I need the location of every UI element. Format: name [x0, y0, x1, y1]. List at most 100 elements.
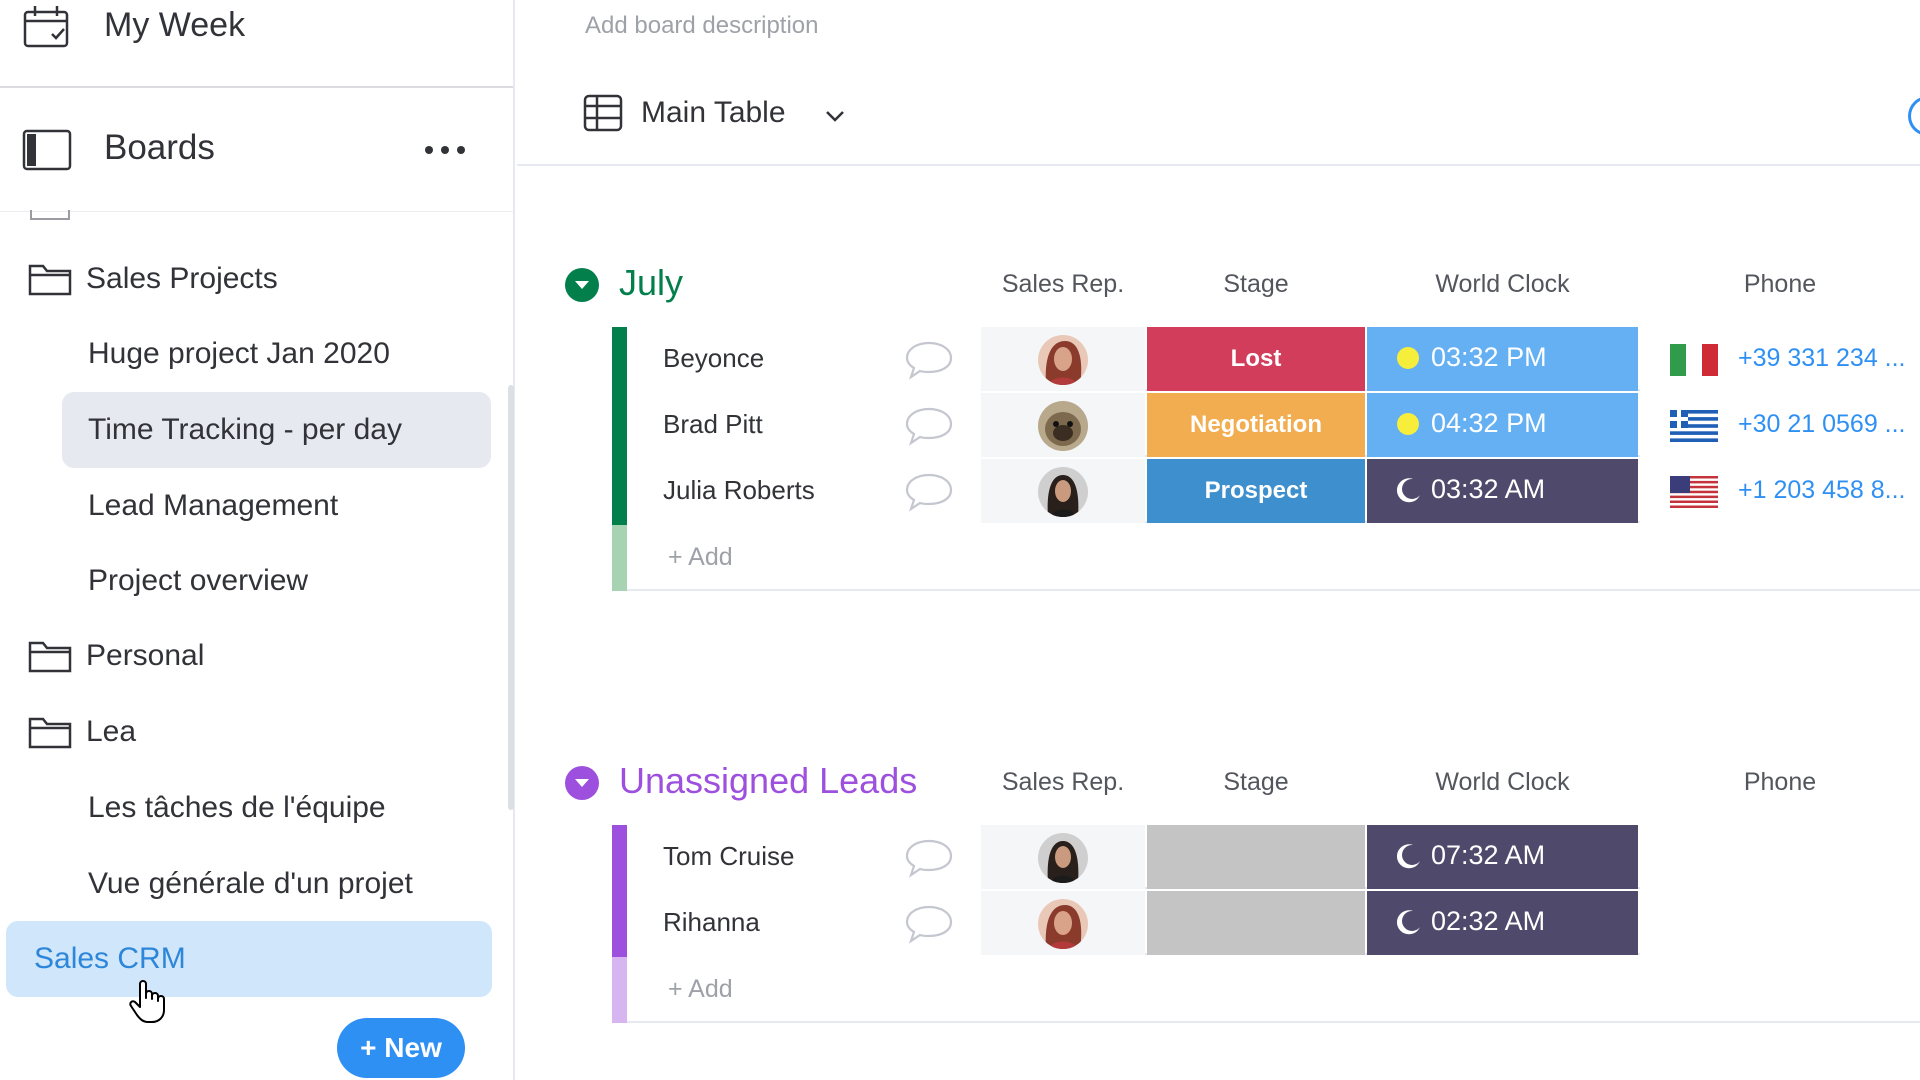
item-name-cell[interactable]: Rihanna: [627, 891, 981, 955]
table-row[interactable]: Beyonce Lost 03:32 PM +39 331 234 ...: [612, 327, 1920, 393]
sales-rep-cell[interactable]: [981, 891, 1145, 955]
board-lead-management[interactable]: Lead Management: [88, 484, 338, 528]
phone-cell[interactable]: [1640, 891, 1920, 955]
column-header-stage[interactable]: Stage: [1147, 768, 1365, 797]
column-header-phone[interactable]: Phone: [1640, 768, 1920, 797]
phone-cell[interactable]: [1640, 825, 1920, 889]
folder-icon: [28, 264, 72, 296]
greece-flag-icon: [1670, 410, 1718, 442]
phone-cell[interactable]: +1 203 458 8...: [1640, 459, 1920, 523]
board-main: Add board description Main Table July Sa…: [517, 0, 1920, 1080]
column-header-world-clock[interactable]: World Clock: [1367, 768, 1638, 797]
folder-icon: [28, 641, 72, 673]
add-item-label: + Add: [668, 543, 733, 571]
sales-rep-cell[interactable]: [981, 393, 1145, 457]
stage-status[interactable]: Negotiation: [1147, 393, 1365, 457]
avatar: [1038, 401, 1088, 451]
group-collapse-icon[interactable]: [565, 766, 599, 800]
row-color-bar: [612, 891, 627, 957]
phone-number: +1 203 458 8...: [1738, 476, 1906, 504]
item-name: Beyonce: [663, 343, 765, 373]
speech-bubble-icon[interactable]: [903, 837, 955, 879]
column-header-sales-rep[interactable]: Sales Rep.: [985, 270, 1141, 299]
board-sales-crm[interactable]: Sales CRM: [6, 921, 492, 997]
board-huge-project[interactable]: Huge project Jan 2020: [88, 332, 390, 376]
speech-bubble-icon[interactable]: [903, 471, 955, 513]
column-header-phone[interactable]: Phone: [1640, 270, 1920, 299]
stage-status[interactable]: Prospect: [1147, 459, 1365, 523]
folder-label: Lea: [86, 715, 137, 748]
table-icon: [583, 94, 623, 132]
add-item-row[interactable]: + Add: [612, 525, 1920, 591]
usa-flag-icon: [1670, 476, 1718, 508]
board-project-overview[interactable]: Project overview: [88, 559, 308, 603]
item-name-cell[interactable]: Tom Cruise: [627, 825, 981, 889]
folder-lea[interactable]: Lea: [28, 707, 136, 757]
row-color-bar: [612, 957, 627, 1023]
board-taches-equipe[interactable]: Les tâches de l'équipe: [88, 786, 386, 830]
group-title[interactable]: Unassigned Leads: [619, 760, 917, 802]
italy-flag-icon: [1670, 344, 1718, 376]
stage-status[interactable]: Lost: [1147, 327, 1365, 391]
folder-personal[interactable]: Personal: [28, 631, 204, 681]
new-board-button[interactable]: + New: [337, 1018, 465, 1078]
world-clock-cell[interactable]: 03:32 PM: [1367, 327, 1638, 391]
item-name-cell[interactable]: Beyonce: [627, 327, 981, 391]
board-description[interactable]: Add board description: [585, 12, 818, 40]
folder-label: Personal: [86, 639, 205, 672]
table-row[interactable]: Julia Roberts Prospect 03:32 AM +1 203 4…: [612, 459, 1920, 525]
column-header-stage[interactable]: Stage: [1147, 270, 1365, 299]
clock-time: 04:32 PM: [1431, 408, 1547, 438]
sales-rep-cell[interactable]: [981, 825, 1145, 889]
stage-status[interactable]: [1147, 825, 1365, 889]
board-vue-generale[interactable]: Vue générale d'un projet: [88, 862, 413, 906]
avatar: [1038, 467, 1088, 517]
boards-header: Boards: [0, 90, 513, 212]
folder-label: Sales Projects: [86, 262, 278, 295]
world-clock-cell[interactable]: 02:32 AM: [1367, 891, 1638, 955]
item-name-cell[interactable]: Brad Pitt: [627, 393, 981, 457]
my-week-item[interactable]: My Week: [0, 0, 513, 88]
table-row[interactable]: Brad Pitt Negotiation 04:32 PM +30 21 05…: [612, 393, 1920, 459]
board-time-tracking[interactable]: Time Tracking - per day: [62, 392, 491, 468]
column-header-world-clock[interactable]: World Clock: [1367, 270, 1638, 299]
table-row[interactable]: Rihanna 02:32 AM: [612, 891, 1920, 957]
phone-cell[interactable]: +39 331 234 ...: [1640, 327, 1920, 391]
boards-panel-icon[interactable]: [22, 128, 72, 172]
hand-cursor-icon: [129, 980, 165, 1023]
phone-cell[interactable]: +30 21 0569 ...: [1640, 393, 1920, 457]
avatar: [1038, 335, 1088, 385]
sales-rep-cell[interactable]: [981, 327, 1145, 391]
folder-icon: [28, 717, 72, 749]
world-clock-cell[interactable]: 03:32 AM: [1367, 459, 1638, 523]
world-clock-cell[interactable]: 04:32 PM: [1367, 393, 1638, 457]
partial-board-label: [88, 206, 328, 216]
speech-bubble-icon[interactable]: [903, 903, 955, 945]
view-name[interactable]: Main Table: [641, 96, 786, 130]
row-color-bar: [612, 459, 627, 525]
sales-rep-cell[interactable]: [981, 459, 1145, 523]
group-collapse-icon[interactable]: [565, 268, 599, 302]
item-name-cell[interactable]: Julia Roberts: [627, 459, 981, 523]
world-clock-cell[interactable]: 07:32 AM: [1367, 825, 1638, 889]
column-header-sales-rep[interactable]: Sales Rep.: [985, 768, 1141, 797]
group-title[interactable]: July: [619, 262, 683, 304]
row-color-bar: [612, 825, 627, 891]
boards-title: Boards: [104, 128, 215, 167]
add-item-row[interactable]: + Add: [612, 957, 1920, 1023]
add-item-label: + Add: [668, 975, 733, 1003]
table-row[interactable]: Tom Cruise 07:32 AM: [612, 825, 1920, 891]
speech-bubble-icon[interactable]: [903, 405, 955, 447]
avatar: [1038, 833, 1088, 883]
chevron-down-icon[interactable]: [821, 102, 849, 130]
speech-bubble-icon[interactable]: [903, 339, 955, 381]
my-week-label: My Week: [104, 6, 246, 44]
item-name: Rihanna: [663, 907, 760, 937]
folder-sales-projects[interactable]: Sales Projects: [28, 254, 278, 304]
sidebar-scrollbar[interactable]: [508, 385, 514, 810]
item-name: Tom Cruise: [663, 841, 795, 871]
item-name: Julia Roberts: [663, 475, 815, 505]
stage-status[interactable]: [1147, 891, 1365, 955]
group-header: July Sales Rep. Stage World Clock Phone: [517, 256, 1920, 316]
more-options-icon[interactable]: [420, 138, 470, 162]
